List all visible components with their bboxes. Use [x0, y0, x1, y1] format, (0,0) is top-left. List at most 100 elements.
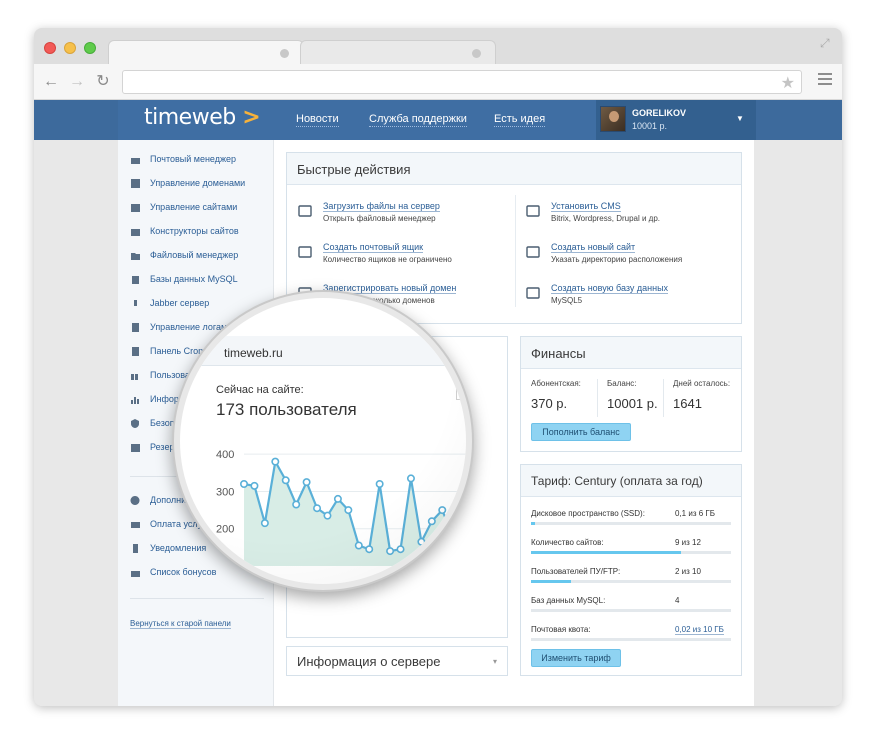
chart-point	[292, 500, 301, 509]
payment-icon	[131, 522, 140, 528]
tariff-value: 4	[675, 596, 680, 605]
tariff-panel: Тариф: Century (оплата за год) Дисковое …	[520, 464, 742, 676]
fin-value: 1641	[673, 396, 702, 411]
tab-close-icon[interactable]	[280, 49, 289, 58]
server-info-panel[interactable]: Информация о сервере ▾	[286, 646, 508, 676]
chart-point	[396, 545, 405, 554]
back-to-old-panel-link[interactable]: Вернуться к старой панели	[130, 619, 231, 629]
fullscreen-icon[interactable]: ⤢	[820, 36, 834, 50]
tariff-value[interactable]: 0,02 из 10 ГБ	[675, 625, 724, 635]
folder-upload-icon	[298, 205, 312, 217]
sidebar-item-label: Файловый менеджер	[150, 250, 239, 260]
usage-bar	[531, 580, 731, 583]
browser-tab[interactable]	[300, 40, 496, 66]
magnifier-lens: timeweb.ru Сейчас на сайте: 173 пользова…	[180, 298, 466, 584]
quick-action-link[interactable]: Установить CMS	[551, 201, 621, 212]
quick-action-desc: Bitrix, Wordpress, Drupal и др.	[551, 214, 661, 223]
database-icon	[132, 276, 139, 284]
chart-point	[344, 506, 353, 515]
forward-arrow-icon[interactable]: →	[68, 72, 86, 92]
chart-point	[417, 537, 426, 546]
user-menu[interactable]: GORELIKOV 10001 р. ▼	[596, 100, 756, 140]
quick-action-link[interactable]: Создать почтовый ящик	[323, 242, 424, 253]
divider	[515, 195, 516, 307]
browser-tabbar: ⤢	[34, 28, 842, 66]
browser-tab-active[interactable]	[108, 40, 304, 66]
chart-point	[354, 541, 363, 550]
browser-toolbar: ← → ↻ ★	[34, 64, 842, 100]
chart-point	[271, 457, 280, 466]
nav-support[interactable]: Служба поддержки	[369, 113, 467, 127]
site-header: timeweb > Новости Служба поддержки Есть …	[34, 100, 842, 140]
fin-days: Дней осталось: 1641	[673, 379, 730, 411]
user-balance: 10001 р.	[632, 121, 668, 131]
quick-action-link[interactable]: Создать новую базу данных	[551, 283, 669, 294]
top-up-button[interactable]: Пополнить баланс	[531, 423, 631, 441]
panel-header: Финансы	[521, 337, 741, 369]
quick-action-desc: Указать директорию расположения	[551, 255, 683, 264]
domains-icon	[131, 179, 140, 188]
chevron-down-icon[interactable]: ▼	[736, 114, 744, 123]
quick-action-link[interactable]: Загрузить файлы на сервер	[323, 201, 440, 212]
maximize-window-button[interactable]	[84, 42, 96, 54]
chart-point	[250, 481, 259, 490]
chart-point	[281, 476, 290, 485]
bulb-icon	[134, 300, 137, 306]
y-tick-label: 300	[216, 486, 234, 498]
usage-bar-fill	[531, 522, 535, 525]
usage-bar	[531, 522, 731, 525]
x-tick-label: 04:00	[394, 579, 415, 584]
logo-arrow: >	[242, 105, 261, 130]
chart-point	[459, 526, 466, 535]
change-tariff-button[interactable]: Изменить тариф	[531, 649, 621, 667]
tab-close-icon[interactable]	[472, 49, 481, 58]
logo[interactable]: timeweb >	[144, 105, 261, 130]
tariff-value: 9 из 12	[675, 538, 701, 547]
bookmark-star-icon[interactable]: ★	[781, 73, 795, 93]
divider	[663, 379, 664, 417]
tariff-label: Почтовая квота:	[531, 625, 591, 634]
stats-icon	[131, 397, 139, 404]
chart-point	[375, 480, 384, 489]
nav-idea[interactable]: Есть идея	[494, 113, 546, 127]
tariff-row: Пользователей ПУ/FTP: 2 из 10	[531, 567, 731, 591]
usage-bar-fill	[531, 551, 681, 554]
reload-icon[interactable]: ↻	[94, 72, 112, 92]
briefcase-icon	[526, 205, 540, 217]
quick-actions-title: Быстрые действия	[297, 162, 411, 177]
chevron-down-icon[interactable]: ▾	[493, 657, 497, 666]
sidebar-item-label: Управление доменами	[150, 178, 246, 188]
backup-icon	[131, 444, 140, 452]
chart-point	[323, 511, 332, 520]
browser-menu-icon[interactable]	[818, 73, 832, 87]
check-icon	[130, 496, 140, 505]
divider	[130, 598, 264, 599]
sidebar-item-label: Конструкторы сайтов	[150, 226, 239, 236]
finance-panel: Финансы Абонентская: 370 р. Баланс: 1000…	[520, 336, 742, 452]
chart-point	[302, 478, 311, 487]
chart-point	[406, 474, 415, 483]
quick-action-link[interactable]: Создать новый сайт	[551, 242, 636, 253]
tariff-row: Баз данных MySQL: 4	[531, 596, 731, 620]
sidebar-item-label: Управление сайтами	[150, 202, 238, 212]
x-tick-label: 10:00	[438, 579, 459, 584]
y-tick-label: 400	[216, 449, 234, 461]
back-arrow-icon[interactable]: ←	[42, 72, 60, 92]
close-window-button[interactable]	[44, 42, 56, 54]
tariff-label: Пользователей ПУ/FTP:	[531, 567, 621, 576]
folder-add-icon	[526, 246, 540, 258]
chart-point	[365, 545, 374, 554]
tariff-row: Количество сайтов: 9 из 12	[531, 538, 731, 562]
fin-label: Абонентская:	[531, 379, 581, 388]
chart-point	[260, 519, 269, 528]
chart-point	[448, 532, 457, 541]
nav-news[interactable]: Новости	[296, 113, 339, 127]
mailbox-icon	[131, 158, 140, 164]
minimize-window-button[interactable]	[64, 42, 76, 54]
sites-icon	[131, 204, 140, 212]
users-icon	[131, 374, 138, 380]
quick-action-link[interactable]: Зарегистрировать новый домен	[323, 283, 457, 294]
y-tick-label: 200	[216, 524, 234, 536]
fin-label: Баланс:	[607, 379, 637, 388]
address-bar[interactable]: ★	[122, 70, 802, 94]
